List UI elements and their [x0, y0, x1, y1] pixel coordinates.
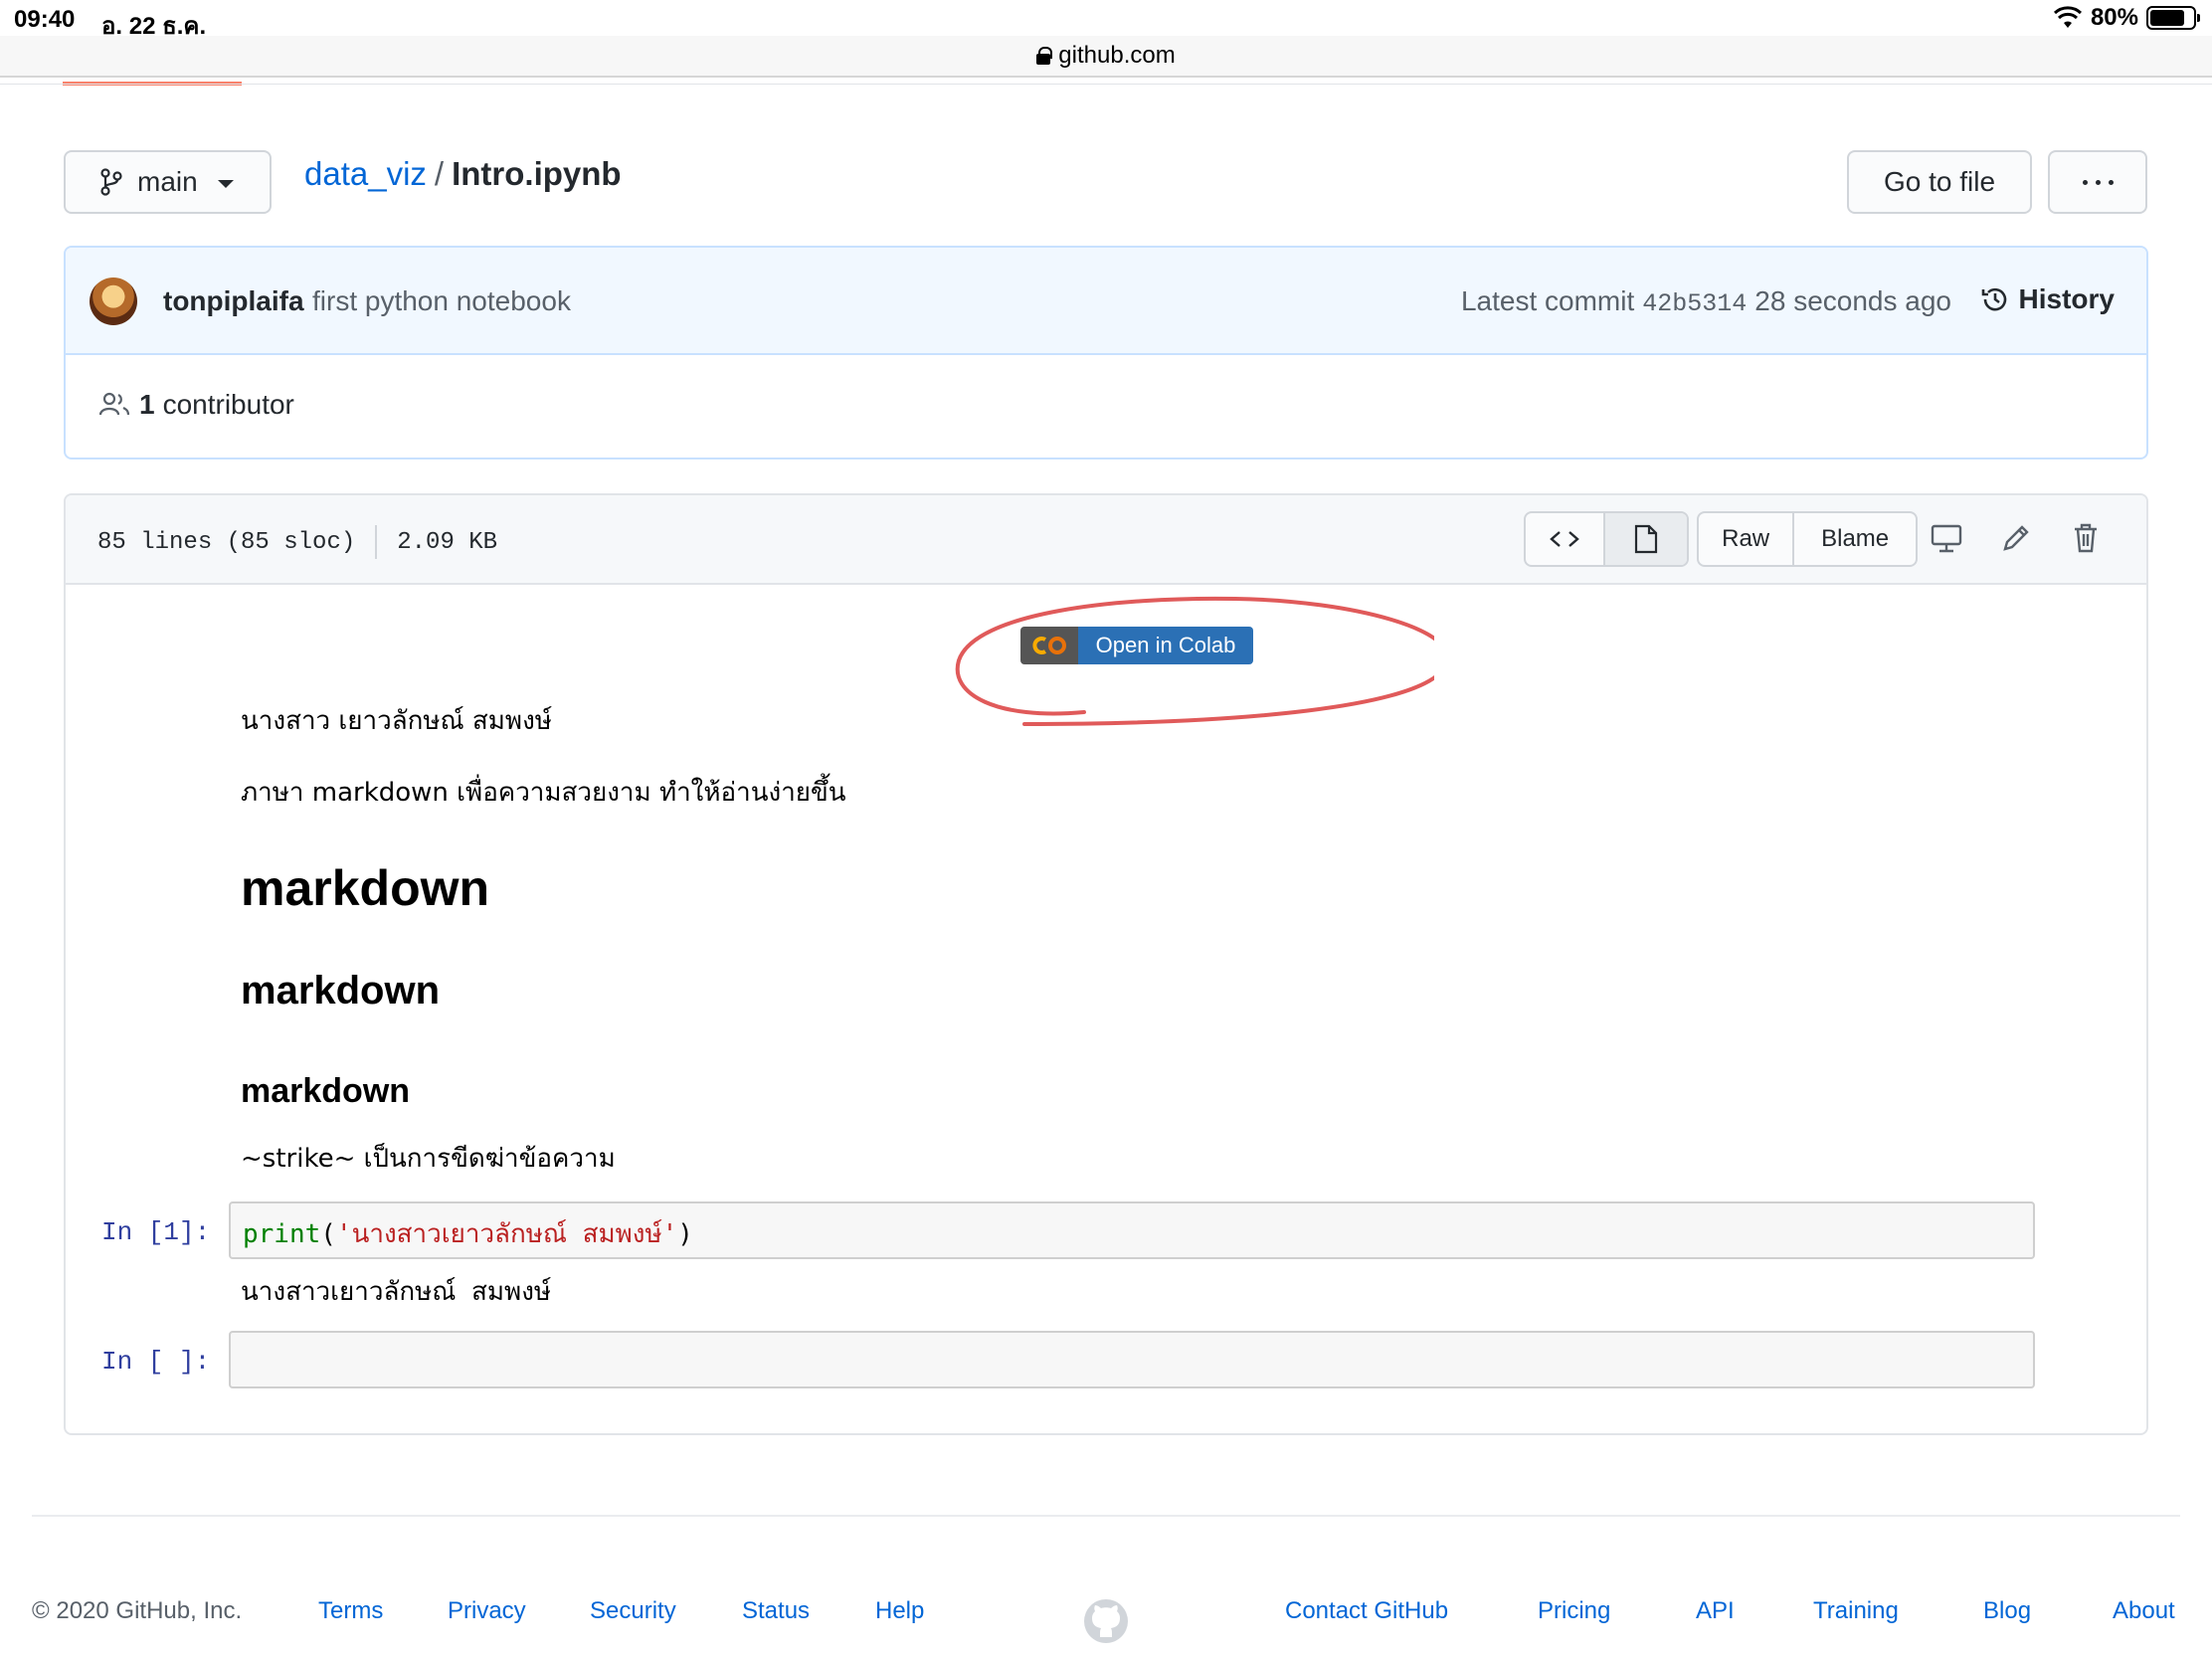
markdown-heading-1: markdown — [241, 860, 490, 916]
footer-link-privacy[interactable]: Privacy — [448, 1597, 526, 1625]
file-line-count: 85 lines (85 sloc) — [97, 528, 356, 556]
history-icon — [1981, 287, 2006, 311]
footer-divider — [32, 1515, 2180, 1517]
markdown-paragraph: ภาษา markdown เพื่อความสวยงาม ทำให้อ่านง… — [241, 778, 846, 808]
code-token-paren: ) — [677, 1219, 693, 1249]
contributors-row[interactable]: 1 contributor — [97, 389, 294, 421]
commit-message-link[interactable]: first python notebook — [312, 285, 571, 317]
footer-link-pricing[interactable]: Pricing — [1538, 1597, 1610, 1625]
clock: 09:40 — [14, 6, 76, 33]
code-cell-output: นางสาวเยาวลักษณ์ สมพงษ์ — [241, 1277, 552, 1307]
file-header: 85 lines (85 sloc) 2.09 KB Raw Blame — [66, 495, 2146, 585]
file-icon — [1634, 524, 1658, 554]
view-mode-toggle — [1524, 511, 1689, 567]
code-token-function: print — [243, 1219, 321, 1249]
footer-link-terms[interactable]: Terms — [318, 1597, 383, 1625]
footer-link-blog[interactable]: Blog — [1983, 1597, 2031, 1625]
source-view-button[interactable] — [1526, 513, 1606, 565]
file-viewer: 85 lines (85 sloc) 2.09 KB Raw Blame Ope… — [64, 493, 2148, 1435]
battery-percent: 80% — [2090, 4, 2138, 31]
commit-age: 28 seconds ago — [1754, 285, 1951, 316]
footer-link-about[interactable]: About — [2113, 1597, 2175, 1625]
desktop-icon[interactable] — [1930, 521, 1963, 555]
markdown-paragraph: ~strike~ เป็นการขีดฆ่าข้อความ — [241, 1144, 616, 1174]
cell-prompt: In [1]: — [101, 1217, 211, 1247]
commit-box: tonpiplaifa first python notebook Latest… — [64, 246, 2148, 460]
footer-link-status[interactable]: Status — [742, 1597, 810, 1625]
caret-down-icon — [217, 180, 234, 188]
code-icon — [1550, 531, 1579, 547]
breadcrumb-file-name: Intro.ipynb — [452, 155, 622, 192]
go-to-file-button[interactable]: Go to file — [1847, 150, 2032, 214]
commit-author-link[interactable]: tonpiplaifa — [163, 285, 304, 317]
commit-sha-link[interactable]: 42b5314 — [1642, 289, 1747, 318]
address-domain: github.com — [1058, 42, 1176, 69]
footer-link-contact[interactable]: Contact GitHub — [1285, 1597, 1448, 1625]
code-token-paren: ( — [320, 1219, 336, 1249]
footer-link-training[interactable]: Training — [1813, 1597, 1899, 1625]
breadcrumb-repo-link[interactable]: data_viz — [304, 155, 427, 193]
file-size: 2.09 KB — [397, 528, 498, 556]
contributors-label: contributor — [162, 389, 294, 420]
avatar[interactable] — [90, 277, 137, 325]
rendered-view-button[interactable] — [1605, 513, 1687, 565]
address-bar[interactable]: github.com — [0, 36, 2212, 78]
markdown-heading-2: markdown — [241, 969, 441, 1013]
status-indicators: 80% — [2053, 4, 2200, 32]
kebab-dot — [2095, 179, 2101, 185]
trash-icon[interactable] — [2069, 521, 2103, 555]
code-token-string: 'นางสาวเยาวลักษณ์ สมพงษ์' — [335, 1219, 678, 1249]
history-link[interactable]: History — [1979, 283, 2115, 315]
divider — [375, 525, 378, 559]
raw-blame-group: Raw Blame — [1697, 511, 1918, 567]
commit-meta: Latest commit 42b5314 28 seconds ago — [1461, 285, 1951, 318]
branch-select-button[interactable]: main — [64, 150, 272, 214]
markdown-heading-3: markdown — [241, 1072, 411, 1110]
footer-link-help[interactable]: Help — [875, 1597, 924, 1625]
code-cell-input: print('นางสาวเยาวลักษณ์ สมพงษ์') — [229, 1201, 2035, 1259]
annotation-circle — [955, 596, 1434, 726]
history-label: History — [2018, 283, 2115, 314]
latest-commit-bar: tonpiplaifa first python notebook Latest… — [66, 248, 2146, 355]
kebab-dot — [2108, 179, 2114, 185]
footer-link-security[interactable]: Security — [590, 1597, 676, 1625]
breadcrumb: data_viz / Intro.ipynb — [304, 155, 622, 193]
raw-button[interactable]: Raw — [1699, 513, 1795, 565]
kebab-dot — [2082, 179, 2088, 185]
more-options-button[interactable] — [2048, 150, 2147, 214]
header-divider — [0, 84, 2212, 85]
people-icon — [98, 392, 130, 416]
file-info: 85 lines (85 sloc) 2.09 KB — [97, 525, 497, 559]
latest-commit-label: Latest commit — [1460, 285, 1635, 316]
lock-icon — [1036, 47, 1053, 65]
branch-name: main — [137, 166, 198, 197]
ios-status-bar: 09:40 อ. 22 ธ.ค. 80% — [0, 0, 2212, 40]
github-logo-icon[interactable] — [1082, 1597, 1130, 1645]
wifi-icon — [2053, 6, 2082, 28]
footer-link-api[interactable]: API — [1696, 1597, 1735, 1625]
markdown-paragraph: นางสาว เยาวลักษณ์ สมพงษ์ — [241, 706, 552, 736]
code-cell-input-empty — [229, 1331, 2035, 1388]
footer-copyright: © 2020 GitHub, Inc. — [32, 1597, 243, 1624]
git-branch-icon — [100, 168, 122, 196]
blame-button[interactable]: Blame — [1794, 513, 1916, 565]
breadcrumb-separator: / — [434, 155, 445, 192]
pencil-icon[interactable] — [1999, 521, 2033, 555]
battery-icon — [2146, 6, 2200, 30]
contributors-count: 1 — [139, 389, 155, 420]
cell-prompt: In [ ]: — [101, 1347, 211, 1377]
